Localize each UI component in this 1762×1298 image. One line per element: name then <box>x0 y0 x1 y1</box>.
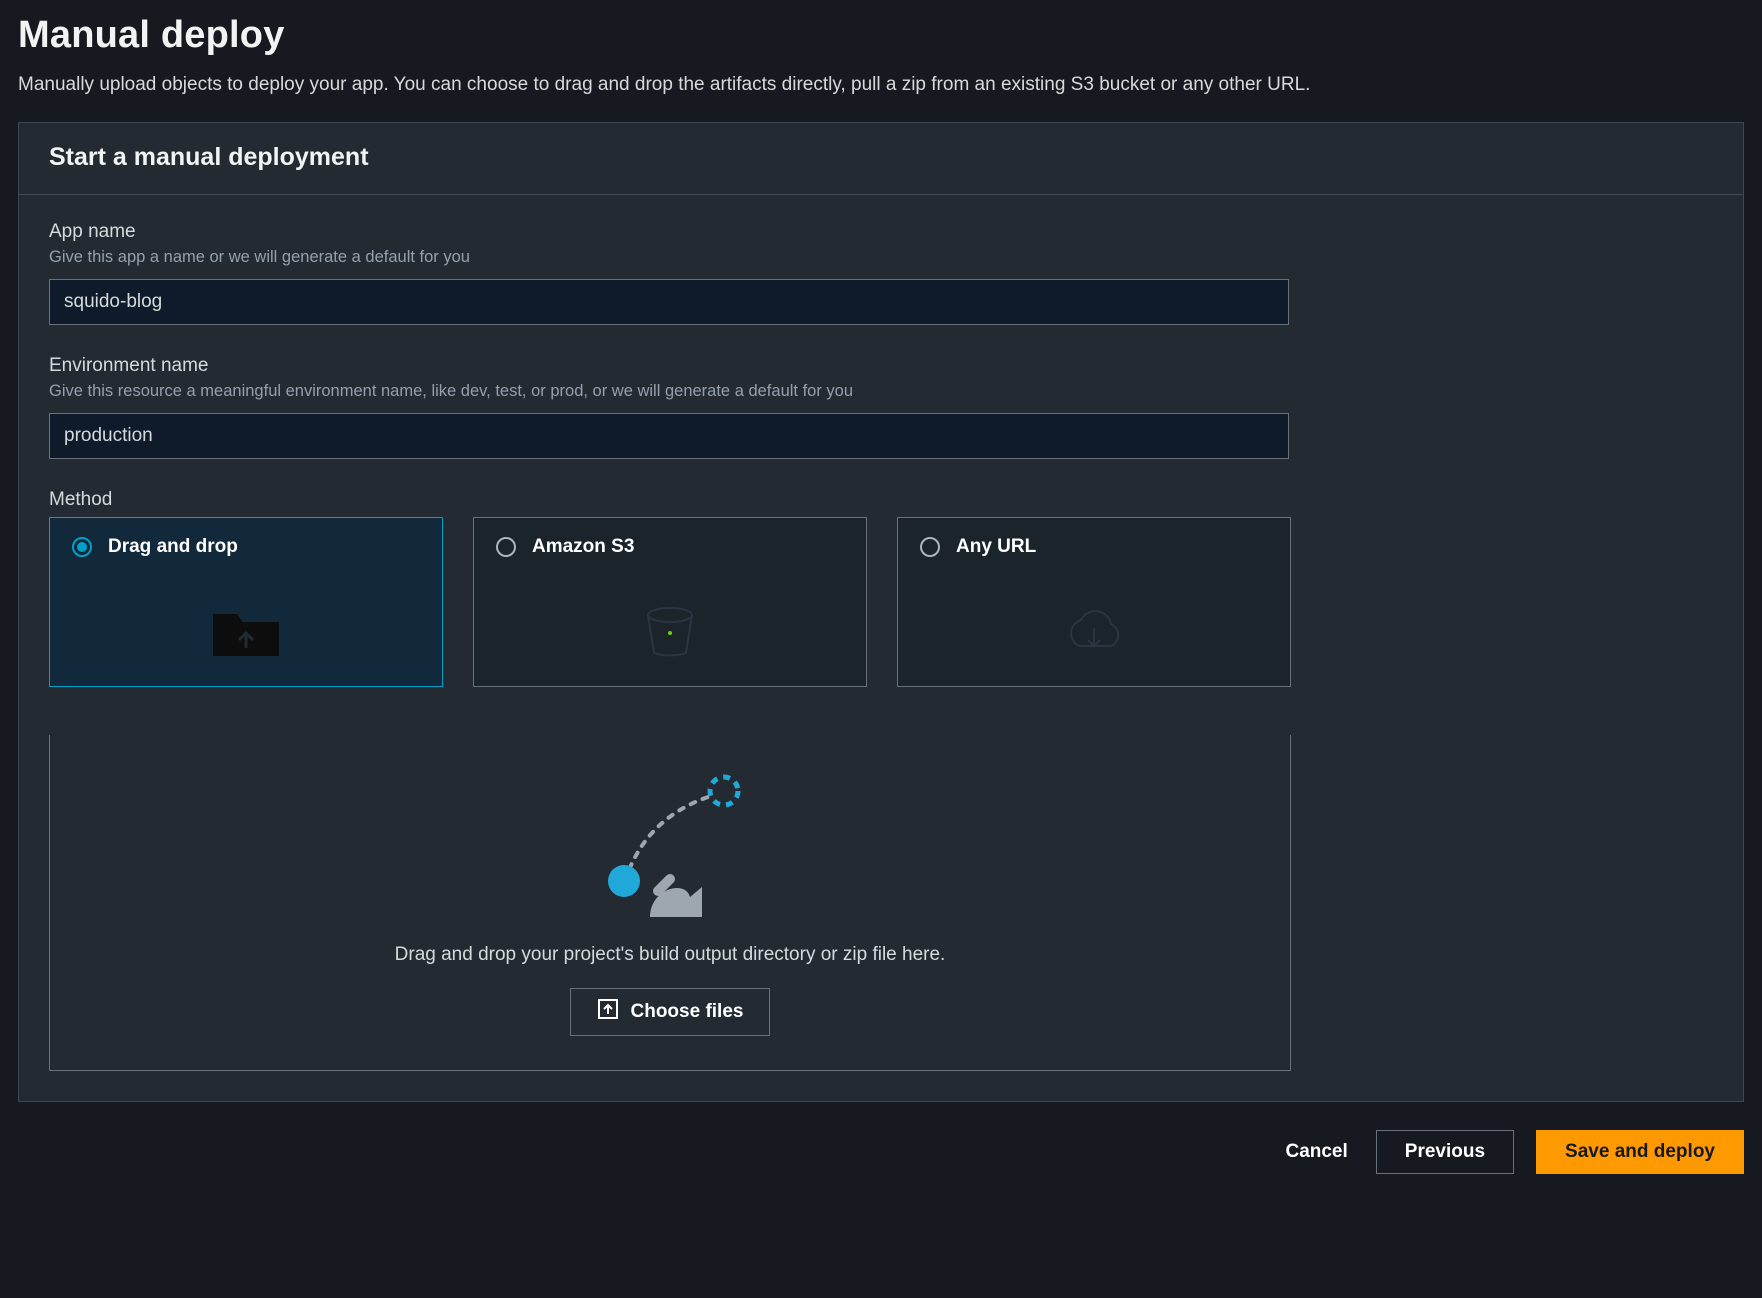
app-name-hint: Give this app a name or we will generate… <box>49 246 1713 269</box>
cancel-button[interactable]: Cancel <box>1279 1131 1353 1173</box>
deployment-panel: Start a manual deployment App name Give … <box>18 122 1744 1102</box>
dropzone[interactable]: Drag and drop your project's build outpu… <box>49 735 1291 1071</box>
previous-button[interactable]: Previous <box>1376 1130 1514 1174</box>
choose-files-button[interactable]: Choose files <box>570 988 771 1036</box>
method-label: Method <box>49 489 1713 511</box>
form-group-env-name: Environment name Give this resource a me… <box>49 355 1713 459</box>
env-name-input[interactable] <box>49 413 1289 459</box>
app-name-input[interactable] <box>49 279 1289 325</box>
form-group-app-name: App name Give this app a name or we will… <box>49 221 1713 325</box>
save-deploy-button[interactable]: Save and deploy <box>1536 1130 1744 1174</box>
env-name-hint: Give this resource a meaningful environm… <box>49 380 1713 403</box>
form-group-method: Method Drag and drop <box>49 489 1713 1071</box>
app-name-label: App name <box>49 221 1713 243</box>
tile-label: Drag and drop <box>108 536 238 558</box>
env-name-label: Environment name <box>49 355 1713 377</box>
radio-icon <box>920 537 940 557</box>
upload-icon <box>597 998 619 1026</box>
panel-header: Start a manual deployment <box>19 123 1743 195</box>
radio-icon <box>72 537 92 557</box>
method-tile-any-url[interactable]: Any URL <box>897 517 1291 687</box>
method-tile-amazon-s3[interactable]: Amazon S3 <box>473 517 867 687</box>
dropzone-message: Drag and drop your project's build outpu… <box>70 944 1270 966</box>
drag-drop-illustration-icon <box>70 769 1270 924</box>
s3-bucket-icon <box>474 580 866 686</box>
page-title: Manual deploy <box>18 14 1744 57</box>
folder-upload-icon <box>50 580 442 686</box>
page-description: Manually upload objects to deploy your a… <box>18 71 1744 100</box>
choose-files-label: Choose files <box>631 1001 744 1023</box>
cloud-download-icon <box>898 580 1290 686</box>
radio-icon <box>496 537 516 557</box>
panel-header-title: Start a manual deployment <box>49 143 1713 172</box>
method-tile-drag-drop[interactable]: Drag and drop <box>49 517 443 687</box>
tile-label: Amazon S3 <box>532 536 634 558</box>
footer-actions: Cancel Previous Save and deploy <box>18 1130 1744 1174</box>
method-row: Drag and drop Amazon S3 <box>49 517 1713 687</box>
panel-body: App name Give this app a name or we will… <box>19 195 1743 1101</box>
tile-label: Any URL <box>956 536 1036 558</box>
